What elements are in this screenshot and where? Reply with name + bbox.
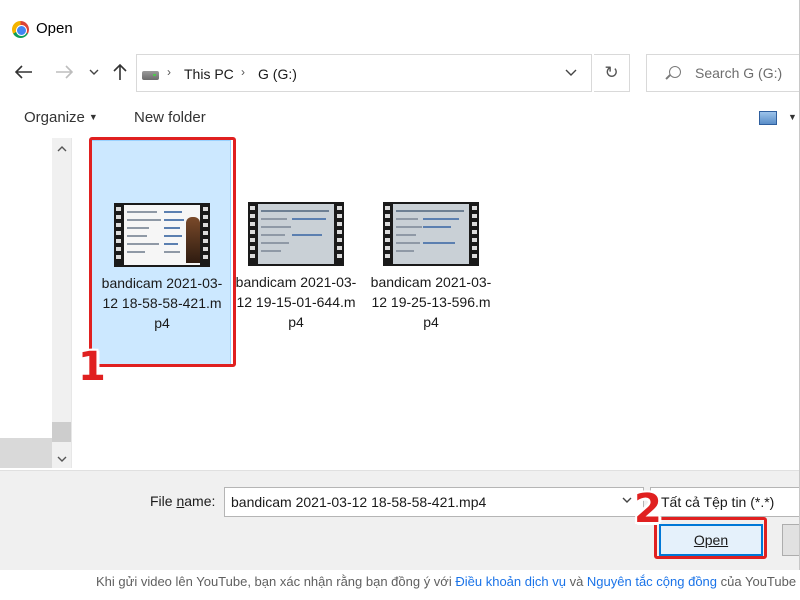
cancel-button[interactable] (782, 524, 799, 556)
command-bar: Organize ▼ New folder ▼ (0, 100, 799, 136)
arrow-right-icon (56, 65, 73, 79)
chevron-down-icon[interactable] (565, 65, 577, 79)
filename-label: File name: (150, 493, 216, 509)
video-thumbnail-icon (383, 202, 479, 266)
title-bar: Open (0, 0, 799, 58)
breadcrumb-this-pc[interactable]: This PC (184, 66, 234, 82)
file-name: bandicam 2021-03-12 19-25-13-596.mp4 (370, 274, 492, 330)
callout-highlight-open (654, 517, 767, 559)
chevron-down-icon (89, 69, 99, 75)
search-input[interactable] (695, 65, 799, 81)
chevron-down-icon[interactable] (622, 495, 632, 506)
window-title: Open (36, 20, 73, 37)
file-item[interactable]: bandicam 2021-03-12 19-15-01-644.mp4 (226, 140, 366, 366)
callout-highlight-file (89, 137, 236, 367)
breadcrumb-separator-icon: › (241, 65, 245, 79)
guidelines-link[interactable]: Nguyên tắc cộng đồng (587, 574, 717, 589)
caret-down-icon: ▼ (88, 112, 98, 122)
scroll-down-icon[interactable] (52, 450, 71, 468)
up-button[interactable] (108, 60, 132, 84)
organize-label: Organize (24, 109, 85, 126)
breadcrumb-drive-g[interactable]: G (G:) (258, 66, 297, 82)
callout-step-2: 2 (634, 486, 662, 532)
forward-button[interactable] (52, 60, 76, 84)
scrollbar-track[interactable] (52, 138, 71, 468)
file-name: bandicam 2021-03-12 19-15-01-644.mp4 (235, 274, 357, 330)
navigation-pane[interactable] (0, 138, 72, 468)
drive-icon (142, 71, 159, 80)
scroll-up-icon[interactable] (52, 140, 71, 158)
back-button[interactable] (12, 60, 36, 84)
search-box[interactable] (646, 54, 799, 92)
chrome-icon (12, 21, 29, 38)
arrow-up-icon (113, 63, 127, 80)
change-view-icon[interactable] (759, 111, 777, 125)
nav-pane-selected-item[interactable] (0, 438, 52, 468)
search-icon (669, 66, 681, 78)
navigation-bar: › This PC › G (G:) ↻ (0, 52, 799, 94)
video-thumbnail-icon (248, 202, 344, 266)
callout-step-1: 1 (78, 344, 106, 390)
breadcrumb-separator-icon: › (167, 65, 171, 79)
new-folder-button[interactable]: New folder (134, 109, 206, 126)
arrow-left-icon (15, 65, 32, 79)
organize-button[interactable]: Organize ▼ (24, 109, 98, 126)
file-type-select[interactable]: Tất cả Tệp tin (*.*) (650, 487, 799, 517)
filename-input[interactable] (224, 487, 644, 517)
page-footer-text: Khi gửi video lên YouTube, bạn xác nhận … (96, 574, 797, 589)
refresh-icon: ↻ (604, 63, 619, 82)
caret-down-icon[interactable]: ▼ (788, 112, 797, 122)
scrollbar-thumb[interactable] (52, 422, 71, 442)
file-item[interactable]: bandicam 2021-03-12 19-25-13-596.mp4 (361, 140, 501, 366)
recent-locations-button[interactable] (85, 60, 103, 84)
address-bar[interactable]: › This PC › G (G:) (136, 54, 592, 92)
refresh-button[interactable]: ↻ (594, 54, 630, 92)
terms-link[interactable]: Điều khoản dịch vụ (455, 574, 566, 589)
